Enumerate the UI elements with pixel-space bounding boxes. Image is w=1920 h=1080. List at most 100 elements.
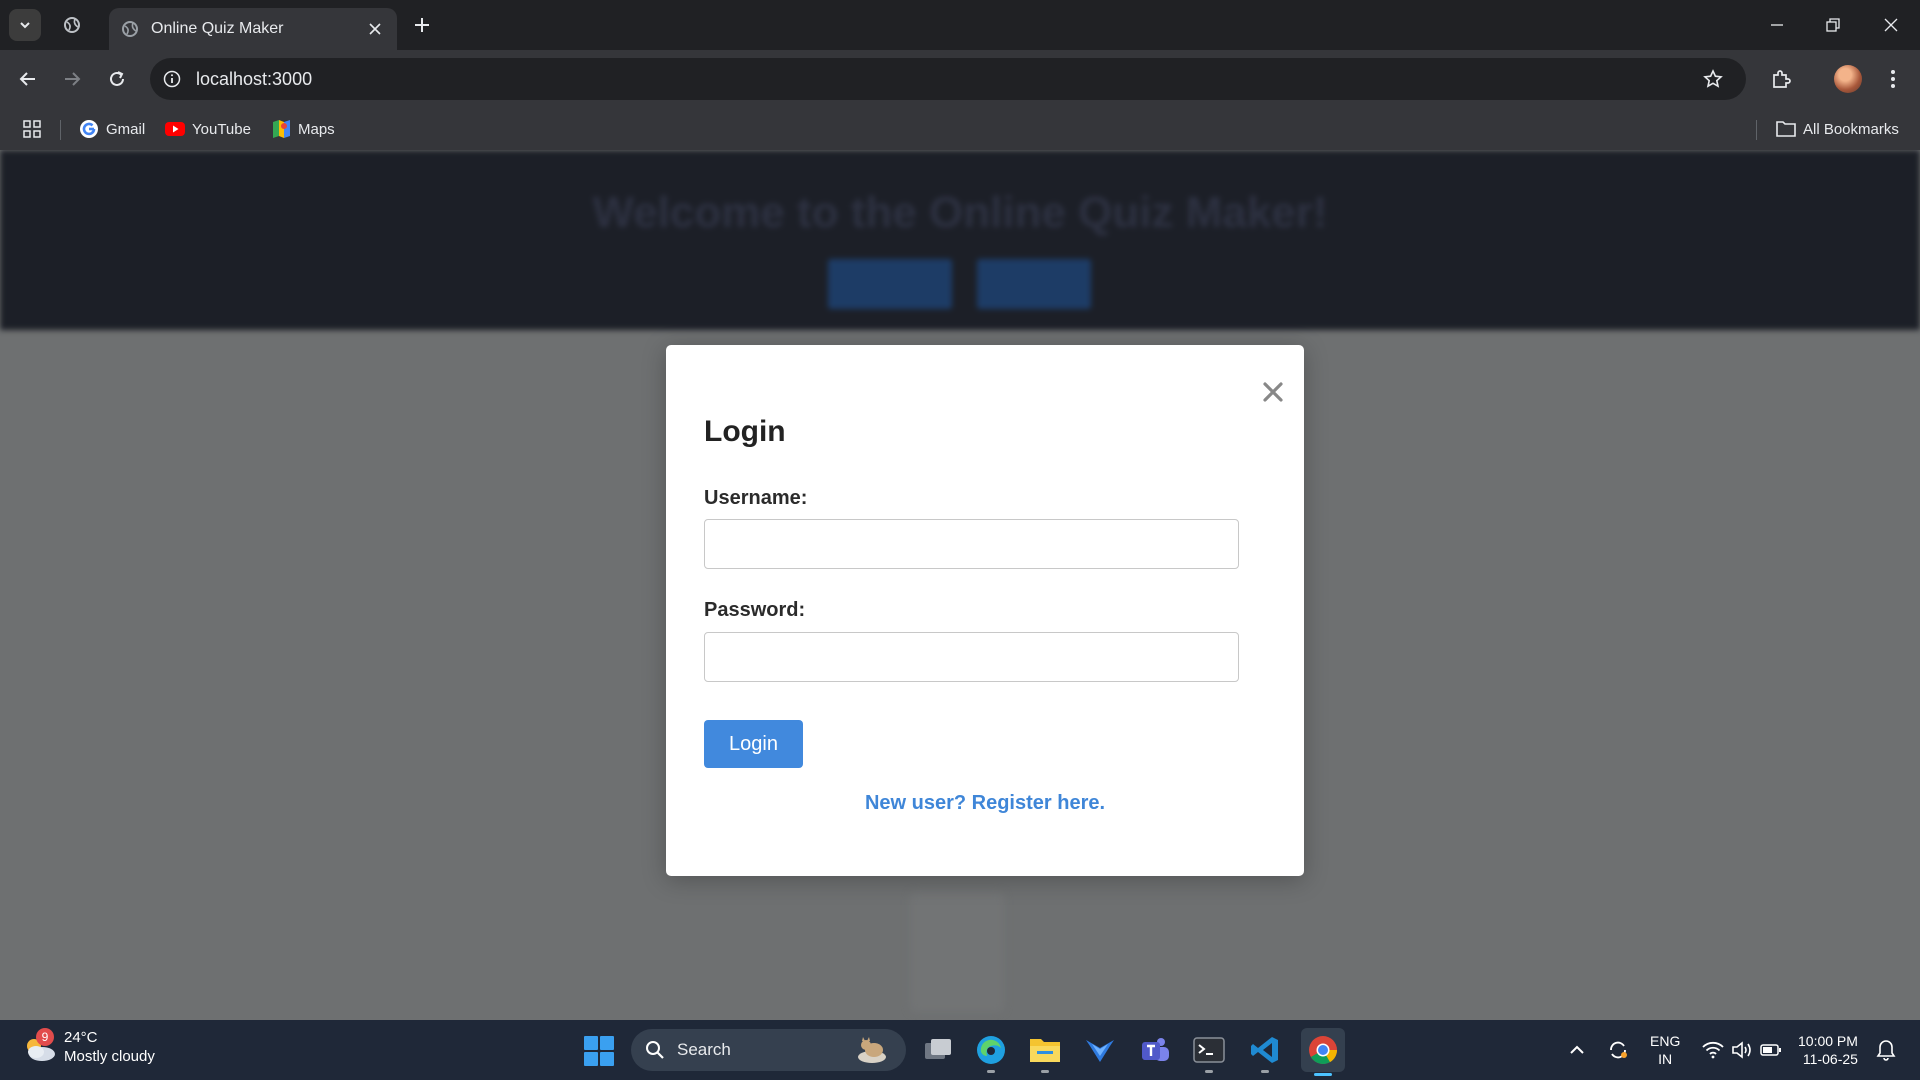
close-icon: [1884, 18, 1898, 32]
close-window-button[interactable]: [1878, 12, 1904, 38]
bookmark-separator: [60, 120, 61, 140]
weather-widget[interactable]: 9 24°C Mostly cloudy: [20, 1028, 155, 1066]
page-background-element: [910, 892, 1004, 1012]
password-input[interactable]: [704, 632, 1239, 682]
plus-icon: [415, 18, 429, 32]
windows-logo-tile: [600, 1052, 614, 1066]
arrow-left-icon: [19, 72, 35, 86]
sync-icon[interactable]: [1606, 1038, 1630, 1062]
windows-logo-tile: [584, 1036, 598, 1050]
teamviewer-app[interactable]: [1081, 1031, 1119, 1069]
show-hidden-icons-button[interactable]: [1565, 1038, 1589, 1062]
bookmark-youtube[interactable]: YouTube: [165, 116, 251, 142]
username-input[interactable]: [704, 519, 1239, 569]
modal-title: Login: [704, 415, 786, 448]
bookmark-label: YouTube: [192, 120, 251, 138]
weather-desc: Mostly cloudy: [64, 1048, 155, 1065]
globe-icon: [121, 20, 139, 38]
chrome-app[interactable]: [1301, 1028, 1345, 1076]
battery-icon[interactable]: [1759, 1038, 1783, 1062]
tab-title: Online Quiz Maker: [151, 20, 284, 37]
restore-icon: [1826, 18, 1840, 32]
edge-app[interactable]: [972, 1031, 1010, 1073]
teams-icon: [1142, 1038, 1169, 1061]
search-icon: [646, 1041, 664, 1059]
running-indicator: [1041, 1070, 1049, 1073]
bookmark-label: Maps: [298, 120, 335, 138]
apps-grid-icon[interactable]: [20, 117, 44, 141]
back-button[interactable]: [15, 66, 41, 92]
page-login-button: Login: [977, 259, 1091, 309]
close-icon[interactable]: [1258, 377, 1288, 407]
restore-button[interactable]: [1820, 12, 1846, 38]
all-bookmarks-button[interactable]: All Bookmarks: [1776, 116, 1899, 142]
bookmark-gmail[interactable]: Gmail: [79, 116, 145, 142]
cat-illustration-icon: [858, 1037, 886, 1063]
page-header: Welcome to the Online Quiz Maker! Regist…: [0, 150, 1920, 330]
task-view-button[interactable]: [919, 1031, 957, 1069]
minimize-icon: [1771, 24, 1783, 26]
tab-close-icon[interactable]: [365, 19, 385, 39]
weather-temp: 24°C: [64, 1029, 98, 1046]
active-indicator: [1314, 1073, 1332, 1076]
windows-logo-tile: [600, 1036, 614, 1050]
bookmark-maps[interactable]: Maps: [271, 116, 335, 142]
gmail-icon: [79, 119, 99, 139]
lang-primary: ENG: [1650, 1033, 1681, 1049]
windows-logo-tile: [584, 1052, 598, 1066]
lang-secondary: IN: [1658, 1051, 1673, 1067]
wifi-icon[interactable]: [1701, 1038, 1725, 1062]
site-info-icon[interactable]: [160, 67, 184, 91]
weather-badge: 9: [36, 1028, 54, 1046]
login-button[interactable]: Login: [704, 720, 803, 768]
bookmarks-bar: Gmail YouTube Maps All Bookmarks: [0, 108, 1920, 150]
extensions-icon[interactable]: [1768, 66, 1794, 92]
terminal-app[interactable]: [1190, 1031, 1228, 1073]
volume-icon[interactable]: [1730, 1038, 1754, 1062]
all-bookmarks-label: All Bookmarks: [1803, 120, 1899, 138]
password-label: Password:: [704, 599, 806, 621]
taskbar-search[interactable]: Search: [631, 1029, 906, 1071]
chevron-up-icon: [1570, 1045, 1584, 1054]
browser-toolbar: localhost:3000: [0, 50, 1920, 108]
url-text: localhost:3000: [196, 68, 313, 89]
running-indicator: [1261, 1070, 1269, 1073]
menu-kebab-icon[interactable]: [1880, 66, 1906, 92]
arrow-right-icon: [65, 72, 81, 86]
chevron-down-icon: [20, 22, 30, 29]
vscode-app[interactable]: [1246, 1031, 1284, 1073]
edge-icon: [977, 1036, 1005, 1064]
bird-logo-icon: [1086, 1040, 1114, 1062]
minimize-button[interactable]: [1764, 12, 1790, 38]
chrome-icon: [1309, 1036, 1337, 1064]
folder-icon: [1030, 1039, 1060, 1062]
teams-app[interactable]: [1136, 1031, 1174, 1069]
bookmark-star-icon[interactable]: [1700, 66, 1726, 92]
new-tab-button[interactable]: [410, 13, 434, 37]
folder-icon: [1776, 119, 1796, 139]
reload-button[interactable]: [104, 66, 130, 92]
profile-avatar[interactable]: [1834, 65, 1862, 93]
bookmark-label: Gmail: [106, 120, 146, 138]
register-link[interactable]: New user? Register here.: [666, 792, 1304, 815]
cloudy-weather-icon: 9: [20, 1028, 58, 1066]
start-button[interactable]: [584, 1036, 614, 1066]
tab-active[interactable]: Online Quiz Maker: [109, 8, 397, 50]
system-clock[interactable]: 10:00 PM 11-06-25: [1798, 1032, 1858, 1068]
tab-group-icon[interactable]: [60, 13, 84, 37]
forward-button[interactable]: [59, 66, 85, 92]
search-label: Search: [677, 1040, 731, 1059]
notification-settings-icon[interactable]: [1874, 1038, 1898, 1062]
clock-time: 10:00 PM: [1798, 1033, 1858, 1049]
page-heading: Welcome to the Online Quiz Maker!: [592, 188, 1328, 237]
tab-search-button[interactable]: [9, 9, 41, 41]
language-indicator[interactable]: ENG IN: [1650, 1032, 1680, 1068]
youtube-icon: [165, 119, 185, 139]
tab-strip: Online Quiz Maker: [0, 0, 1920, 50]
login-modal: Login Username: Password: Login New user…: [666, 345, 1304, 876]
reload-icon: [110, 71, 124, 86]
address-bar[interactable]: localhost:3000: [150, 58, 1746, 100]
terminal-icon: [1193, 1037, 1225, 1063]
running-indicator: [1205, 1070, 1213, 1073]
file-explorer-app[interactable]: [1026, 1031, 1064, 1073]
